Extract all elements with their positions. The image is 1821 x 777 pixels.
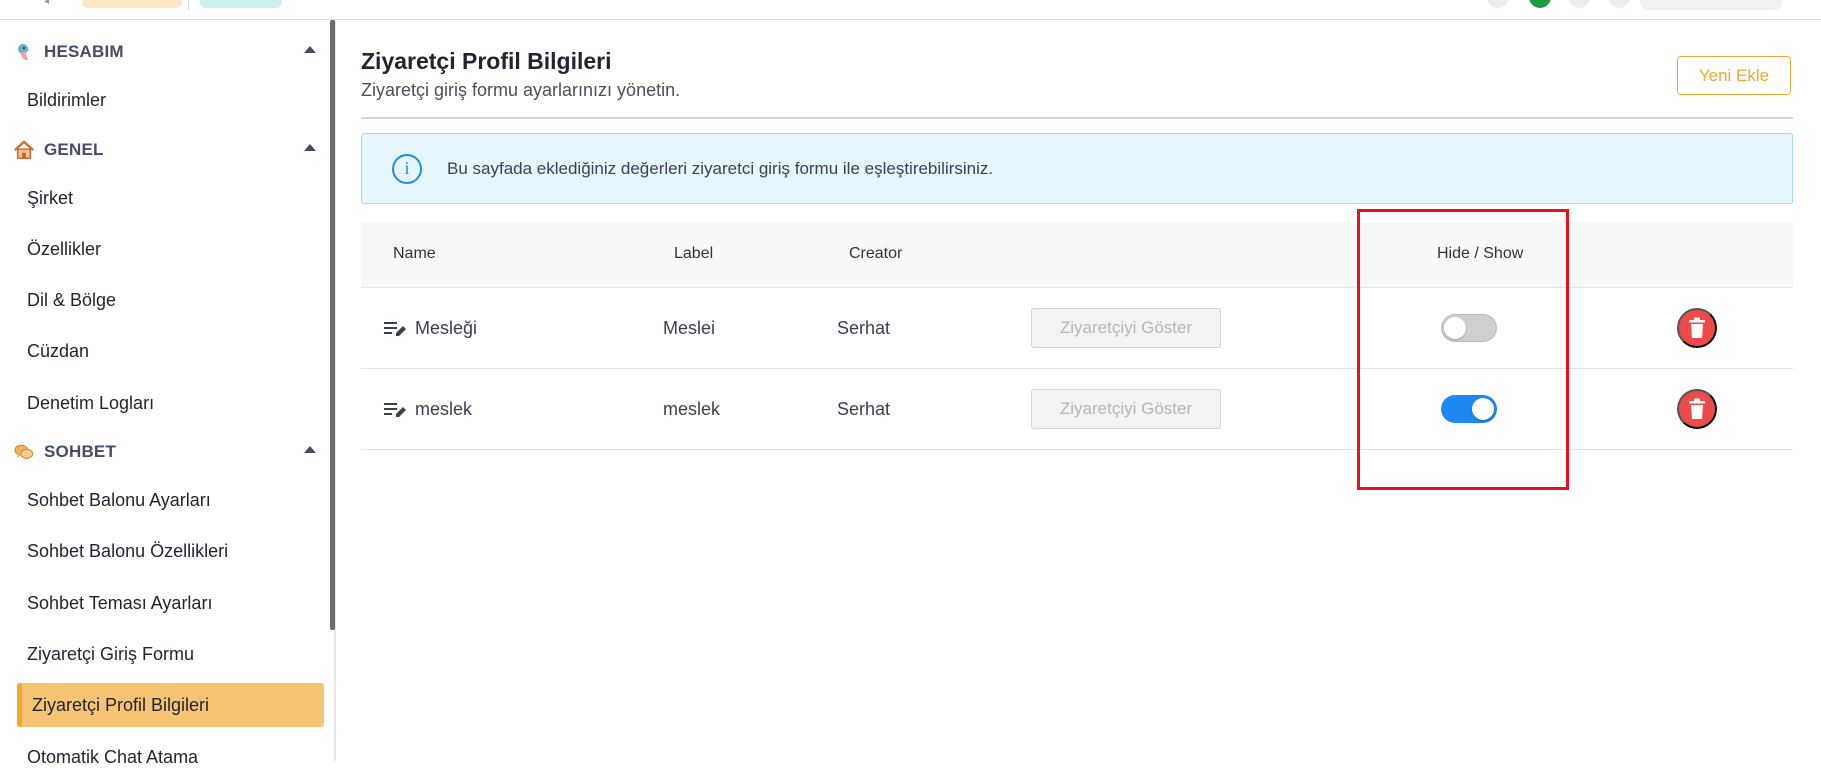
trash-icon <box>1689 317 1705 338</box>
edit-list-icon[interactable] <box>383 319 407 339</box>
sidebar-item-ozellikler[interactable]: Özellikler <box>27 229 317 269</box>
column-header-creator: Creator <box>849 245 903 262</box>
sidebar-item-label: Sohbet Teması Ayarları <box>27 592 213 613</box>
top-divider <box>188 0 189 10</box>
delete-button[interactable] <box>1677 308 1717 348</box>
chat-icon[interactable] <box>1568 0 1590 8</box>
sidebar-section-label: GENEL <box>44 140 104 159</box>
show-visitor-button[interactable]: Ziyaretçiyi Göster <box>1031 308 1221 348</box>
search-input[interactable] <box>1640 0 1782 10</box>
profile-fields-table: Name Label Creator Hide / Show Mesleği M… <box>361 222 1793 450</box>
field-name: meslek <box>415 399 473 419</box>
chat-bubbles-icon <box>14 442 34 462</box>
sidebar-section-label: SOHBET <box>44 442 117 461</box>
chevron-up-icon[interactable] <box>304 446 316 453</box>
add-new-button[interactable]: Yeni Ekle <box>1677 56 1791 95</box>
sidebar-item-label: Şirket <box>27 187 74 208</box>
edit-list-icon[interactable] <box>383 400 407 420</box>
document-icon[interactable] <box>1608 0 1630 8</box>
sidebar-item-label: Ziyaretçi Profil Bilgileri <box>32 694 210 715</box>
sidebar-item-sirket[interactable]: Şirket <box>27 178 317 218</box>
sidebar-item-ziyaretci-profil-bilgileri[interactable]: Ziyaretçi Profil Bilgileri <box>17 683 324 727</box>
house-icon <box>14 140 34 160</box>
sidebar-item-label: Bildirimler <box>27 89 107 110</box>
sidebar-item-bildirimler[interactable]: Bildirimler <box>27 80 317 120</box>
bird-icon <box>14 42 34 62</box>
table-row: meslek meslek Serhat Ziyaretçiyi Göster <box>361 369 1793 450</box>
sidebar-item-sohbet-temasi-ayarlari[interactable]: Sohbet Teması Ayarları <box>27 583 317 623</box>
sidebar-item-label: Dil & Bölge <box>27 289 117 310</box>
field-creator: Serhat <box>837 318 891 338</box>
highlight-annotation <box>1357 209 1569 490</box>
sidebar-item-dil-bolge[interactable]: Dil & Bölge <box>27 280 317 320</box>
sidebar-item-label: Sohbet Balonu Ayarları <box>27 489 211 510</box>
column-header-name: Name <box>393 245 436 262</box>
info-icon: i <box>392 153 422 184</box>
field-name: Mesleği <box>415 318 478 338</box>
main-content: Ziyaretçi Profil Bilgileri Ziyaretçi gir… <box>360 20 1793 761</box>
page-title: Ziyaretçi Profil Bilgileri <box>361 48 612 74</box>
show-visitor-button[interactable]: Ziyaretçiyi Göster <box>1031 389 1221 429</box>
sidebar-item-label: Ziyaretçi Giriş Formu <box>27 643 195 664</box>
page-subtitle: Ziyaretçi giriş formu ayarlarınızı yönet… <box>361 80 681 100</box>
sidebar-section-genel[interactable]: GENEL <box>14 135 316 165</box>
top-bar: ◂ <box>0 0 1821 20</box>
column-header-label: Label <box>674 245 714 262</box>
sidebar: HESABIM Bildirimler GENEL Şirket Özellik… <box>0 20 334 767</box>
chevron-up-icon[interactable] <box>304 144 316 151</box>
top-pill-status[interactable] <box>82 0 182 8</box>
online-status-icon[interactable] <box>1529 0 1551 8</box>
sidebar-item-label: Cüzdan <box>27 340 90 361</box>
info-text: Bu sayfada eklediğiniz değerleri ziyaret… <box>447 158 994 178</box>
field-creator: Serhat <box>837 399 891 419</box>
top-pill-mode[interactable] <box>200 0 282 8</box>
chevron-icon[interactable]: ◂ <box>44 0 49 7</box>
sidebar-item-label: Denetim Logları <box>27 392 155 413</box>
sidebar-item-otomatik-chat-atama[interactable]: Otomatik Chat Atama <box>27 737 317 777</box>
header-divider <box>361 117 1793 119</box>
sidebar-item-label: Sohbet Balonu Özellikleri <box>27 540 229 561</box>
sidebar-section-sohbet[interactable]: SOHBET <box>14 437 316 467</box>
sidebar-item-ziyaretci-giris-formu[interactable]: Ziyaretçi Giriş Formu <box>27 634 317 674</box>
info-alert: i Bu sayfada eklediğiniz değerleri ziyar… <box>361 133 1793 204</box>
sidebar-scrollbar[interactable] <box>330 20 335 630</box>
check-icon[interactable] <box>1487 0 1509 8</box>
sidebar-item-cuzdan[interactable]: Cüzdan <box>27 331 317 371</box>
sidebar-item-denetim-loglari[interactable]: Denetim Logları <box>27 383 317 423</box>
sidebar-item-label: Özellikler <box>27 238 102 259</box>
delete-button[interactable] <box>1677 389 1717 429</box>
sidebar-section-label: HESABIM <box>44 42 124 61</box>
table-header: Name Label Creator Hide / Show <box>361 222 1793 288</box>
field-label: meslek <box>663 399 721 419</box>
sidebar-section-hesabim[interactable]: HESABIM <box>14 37 316 67</box>
sidebar-item-sohbet-balonu-ayarlari[interactable]: Sohbet Balonu Ayarları <box>27 480 317 520</box>
sidebar-item-sohbet-balonu-ozellikleri[interactable]: Sohbet Balonu Özellikleri <box>27 531 317 571</box>
chevron-up-icon[interactable] <box>304 46 316 53</box>
sidebar-item-label: Otomatik Chat Atama <box>27 746 199 767</box>
table-row: Mesleği Meslei Serhat Ziyaretçiyi Göster <box>361 288 1793 369</box>
field-label: Meslei <box>663 318 716 338</box>
trash-icon <box>1689 398 1705 419</box>
